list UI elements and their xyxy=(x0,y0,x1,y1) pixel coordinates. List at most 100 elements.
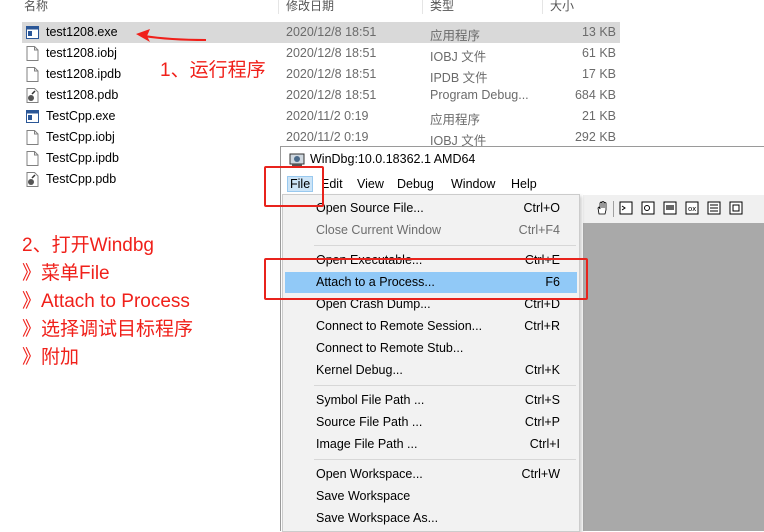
menu-item-label: Kernel Debug... xyxy=(316,363,403,377)
file-type: Program Debug... xyxy=(430,88,529,102)
menu-item-save-workspace[interactable]: Save Workspace xyxy=(285,486,577,507)
menu-window[interactable]: Window xyxy=(451,177,495,191)
column-type[interactable]: 类型 xyxy=(430,0,454,14)
menu-item-kernel-debug[interactable]: Kernel Debug... Ctrl+K xyxy=(285,360,577,381)
menu-separator xyxy=(314,459,576,460)
menu-bar: File Edit View Debug Window Help xyxy=(281,173,764,195)
file-row[interactable]: TestCpp.iobj 2020/11/2 0:19 IOBJ 文件 292 KB xyxy=(22,127,620,148)
file-type: IPDB 文件 xyxy=(430,71,488,85)
menu-item-shortcut: Ctrl+S xyxy=(524,393,560,407)
menu-separator xyxy=(314,245,576,246)
file-row[interactable]: test1208.iobj 2020/12/8 18:51 IOBJ 文件 61 KB xyxy=(22,43,620,64)
menu-item-open-workspace[interactable]: Open Workspace... Ctrl+W xyxy=(285,464,577,485)
highlight-box-attach xyxy=(264,258,588,300)
menu-item-label: Source File Path ... xyxy=(316,415,423,429)
file-row[interactable]: test1208.exe 2020/12/8 18:51 应用程序 13 KB xyxy=(22,22,620,43)
file-type: IOBJ 文件 xyxy=(430,50,487,64)
file-name: test1208.ipdb xyxy=(46,67,122,81)
windbg-titlebar[interactable]: WinDbg:10.0.18362.1 AMD64 xyxy=(281,147,764,172)
file-type: 应用程序 xyxy=(430,29,481,43)
file-name: TestCpp.exe xyxy=(46,109,116,123)
file-name: TestCpp.ipdb xyxy=(46,151,119,165)
menu-item-label: Connect to Remote Session... xyxy=(316,319,483,333)
column-date[interactable]: 修改日期 xyxy=(286,0,334,14)
watch-window-icon[interactable] xyxy=(641,201,655,215)
command-window-icon[interactable] xyxy=(619,201,633,215)
column-name[interactable]: 名称 xyxy=(24,0,48,14)
file-row[interactable]: test1208.ipdb 2020/12/8 18:51 IPDB 文件 17 KB xyxy=(22,64,620,85)
file-name: TestCpp.pdb xyxy=(46,172,117,186)
red-arrow-icon xyxy=(136,29,207,42)
annotation-step-2: 2、打开Windbg 》菜单File 》Attach to Process 》选… xyxy=(22,235,194,368)
file-date: 2020/12/8 18:51 xyxy=(286,67,377,81)
registers-window-icon[interactable]: ox xyxy=(685,201,699,215)
menu-item-close-current-window[interactable]: Close Current Window Ctrl+F4 xyxy=(285,220,577,241)
file-name: TestCpp.iobj xyxy=(46,130,115,144)
menu-item-label: Open Source File... xyxy=(316,201,424,215)
menu-debug[interactable]: Debug xyxy=(397,177,434,191)
menu-item-label: Save Workspace As... xyxy=(316,511,439,525)
file-date: 2020/12/8 18:51 xyxy=(286,88,377,102)
locals-window-icon[interactable] xyxy=(663,201,677,215)
menu-item-shortcut: Ctrl+W xyxy=(521,467,560,481)
exe-icon xyxy=(26,109,39,124)
hand-icon[interactable] xyxy=(595,201,609,215)
menu-item-open-source-file[interactable]: Open Source File... Ctrl+O xyxy=(285,198,577,219)
menu-item-label: Image File Path ... xyxy=(316,437,418,451)
menu-item-label: Close Current Window xyxy=(316,223,442,237)
call-stack-window-icon[interactable] xyxy=(729,201,743,215)
file-list-header: 名称 修改日期 类型 大小 xyxy=(0,0,764,14)
windbg-app-icon xyxy=(289,153,305,166)
file-icon xyxy=(26,130,39,145)
menu-item-shortcut: Ctrl+K xyxy=(524,363,560,377)
file-name: test1208.iobj xyxy=(46,46,117,60)
file-size: 13 KB xyxy=(581,25,616,39)
toolbar: ox xyxy=(589,198,764,220)
file-type: 应用程序 xyxy=(430,113,481,127)
file-row[interactable]: test1208.pdb 2020/12/8 18:51 Program Debug… xyxy=(22,85,620,106)
menu-item-shortcut: Ctrl+P xyxy=(524,415,560,429)
menu-edit[interactable]: Edit xyxy=(321,177,343,191)
windbg-client-area xyxy=(583,223,764,531)
exe-icon xyxy=(26,25,39,40)
column-size[interactable]: 大小 xyxy=(550,0,574,14)
menu-item-label: Save Workspace xyxy=(316,489,411,503)
file-date: 2020/12/8 18:51 xyxy=(286,25,377,39)
menu-item-shortcut: Ctrl+O xyxy=(523,201,560,215)
menu-item-label: Symbol File Path ... xyxy=(316,393,425,407)
menu-item-label: Connect to Remote Stub... xyxy=(316,341,464,355)
menu-view[interactable]: View xyxy=(357,177,384,191)
file-size: 61 KB xyxy=(581,46,616,60)
memory-window-icon[interactable] xyxy=(707,201,721,215)
highlight-box-file-menu xyxy=(264,166,324,207)
menu-item-image-file-path[interactable]: Image File Path ... Ctrl+I xyxy=(285,434,577,455)
annotation-step-1: 1、运行程序 xyxy=(160,60,266,81)
pdb-icon xyxy=(26,172,39,187)
menu-item-symbol-file-path[interactable]: Symbol File Path ... Ctrl+S xyxy=(285,390,577,411)
file-menu-dropdown: Open Source File... Ctrl+O Close Current W… xyxy=(282,194,580,532)
file-name: test1208.exe xyxy=(46,25,118,39)
file-icon xyxy=(26,151,39,166)
menu-help[interactable]: Help xyxy=(511,177,537,191)
file-icon xyxy=(26,46,39,61)
file-size: 684 KB xyxy=(574,88,616,102)
menu-item-source-file-path[interactable]: Source File Path ... Ctrl+P xyxy=(285,412,577,433)
pdb-icon xyxy=(26,88,39,103)
menu-separator xyxy=(314,385,576,386)
file-name: test1208.pdb xyxy=(46,88,119,102)
file-date: 2020/12/8 18:51 xyxy=(286,46,377,60)
menu-item-shortcut: Ctrl+F4 xyxy=(518,223,560,237)
file-row[interactable]: TestCpp.exe 2020/11/2 0:19 应用程序 21 KB xyxy=(22,106,620,127)
menu-item-label: Open Workspace... xyxy=(316,467,423,481)
file-size: 17 KB xyxy=(581,67,616,81)
menu-item-save-workspace-as[interactable]: Save Workspace As... xyxy=(285,508,577,529)
file-size: 292 KB xyxy=(574,130,616,144)
menu-item-shortcut: Ctrl+R xyxy=(524,319,560,333)
file-date: 2020/11/2 0:19 xyxy=(286,109,369,123)
svg-text:ox: ox xyxy=(688,205,696,213)
menu-item-connect-to-remote-session[interactable]: Connect to Remote Session... Ctrl+R xyxy=(285,316,577,337)
file-date: 2020/11/2 0:19 xyxy=(286,130,369,144)
menu-item-shortcut: Ctrl+I xyxy=(529,437,560,451)
file-icon xyxy=(26,67,39,82)
menu-item-connect-to-remote-stub[interactable]: Connect to Remote Stub... xyxy=(285,338,577,359)
